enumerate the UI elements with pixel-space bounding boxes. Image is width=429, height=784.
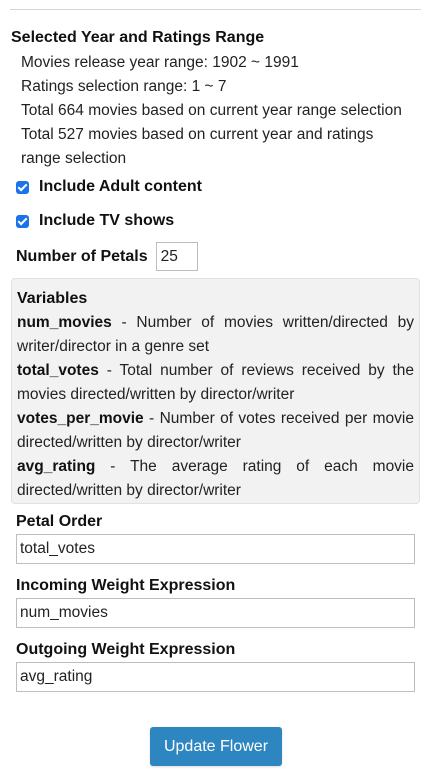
petal-order-label: Petal Order	[16, 513, 103, 530]
variable-name: total_votes	[17, 362, 99, 379]
variable-name: avg_rating	[17, 458, 96, 475]
year-range-text: Movies release year range: 1902 ~ 1991	[21, 54, 299, 71]
selection-title: Selected Year and Ratings Range	[11, 29, 265, 46]
variable-entry-num-movies: num_movies - Number of movies written/di…	[17, 311, 414, 359]
outgoing-weight-input[interactable]	[16, 662, 415, 692]
variables-panel: Variables num_movies - Number of movies …	[11, 278, 420, 504]
ratings-range-text: Ratings selection range: 1 ~ 7	[21, 78, 227, 95]
include-tv-option[interactable]: Include TV shows	[16, 212, 174, 230]
include-adult-label: Include Adult content	[39, 178, 202, 195]
include-tv-label: Include TV shows	[39, 212, 175, 229]
variable-entry-total-votes: total_votes - Total number of reviews re…	[17, 359, 414, 407]
petals-input[interactable]	[155, 242, 198, 271]
variable-entry-votes-per-movie: votes_per_movie - Number of votes receiv…	[17, 407, 414, 455]
include-adult-checkbox[interactable]	[16, 180, 29, 194]
outgoing-weight-label: Outgoing Weight Expression	[16, 641, 236, 658]
incoming-weight-input[interactable]	[16, 598, 415, 628]
selection-info: Movies release year range: 1902 ~ 1991 R…	[21, 51, 421, 171]
petals-label: Number of Petals	[16, 247, 148, 265]
include-adult-option[interactable]: Include Adult content	[16, 178, 202, 196]
variable-entry-avg-rating: avg_rating - The average rating of each …	[17, 455, 414, 503]
petal-order-input[interactable]	[16, 534, 415, 564]
incoming-weight-label: Incoming Weight Expression	[16, 577, 236, 594]
top-divider	[10, 9, 421, 10]
variable-name: num_movies	[17, 314, 112, 331]
petals-row: Number of Petals	[16, 242, 198, 271]
year-total-text: Total 664 movies based on current year r…	[21, 102, 402, 119]
year-ratings-total-text-cont: range selection	[21, 150, 127, 167]
variable-name: votes_per_movie	[17, 410, 144, 427]
include-tv-checkbox[interactable]	[16, 214, 29, 228]
update-flower-button[interactable]: Update Flower	[150, 727, 282, 766]
year-ratings-total-text: Total 527 movies based on current year a…	[21, 126, 374, 143]
variables-title: Variables	[17, 290, 88, 307]
